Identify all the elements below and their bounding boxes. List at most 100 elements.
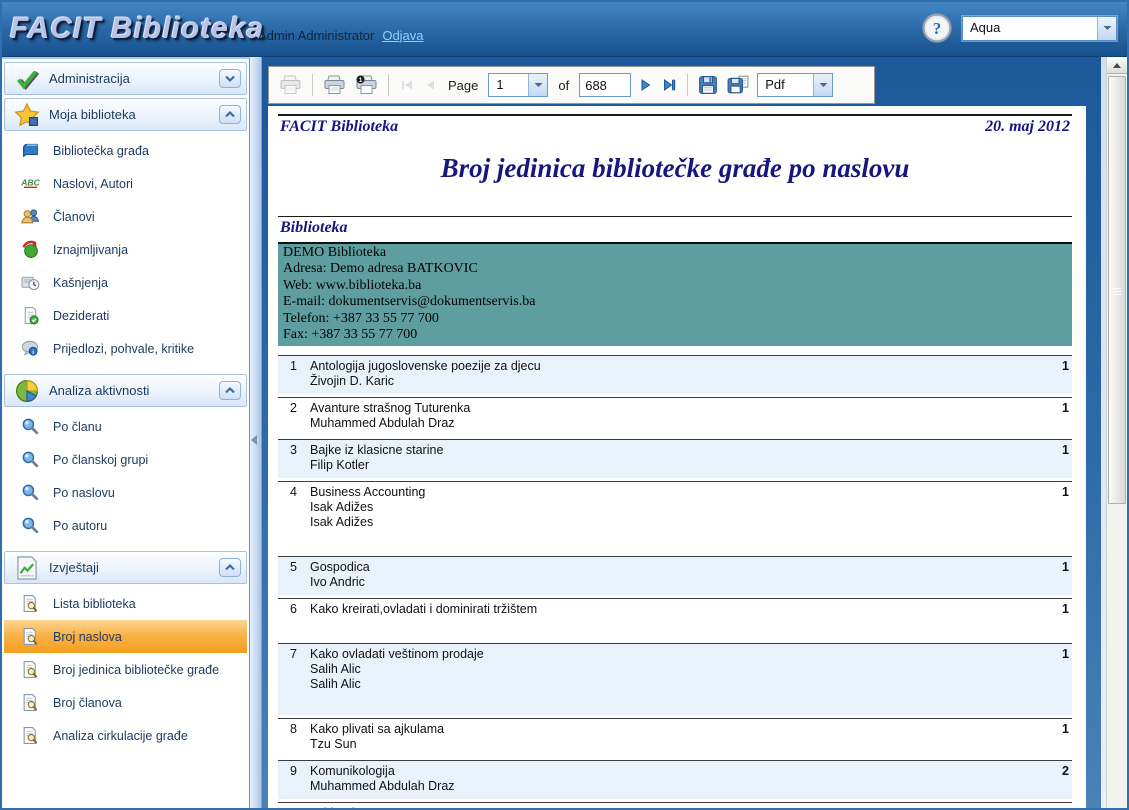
row-count: 1 [1030,485,1072,530]
table-row: 3Bajke iz klasicne starineFilip Kotler1 [278,439,1072,478]
row-title-authors: KomunikologijaMuhammed Abdulah Draz [310,764,1030,794]
sidebar-section-label: Moja biblioteka [49,107,219,122]
row-title-authors: Avanture strašnog TuturenkaMuhammed Abdu… [310,401,1030,431]
chevron-down-icon[interactable] [813,74,832,96]
report-doc-icon [21,594,40,613]
sidebar-section-header-analiza-aktivnosti[interactable]: Analiza aktivnosti [4,374,247,407]
report-title: Broj jedinica bibliotečke građe po naslo… [278,153,1072,184]
save-export-icon[interactable] [697,74,719,96]
checkmark-icon [14,66,40,92]
row-title-authors: Business AccountingIsak AdižesIsak Adiže… [310,485,1030,530]
page-number-value: 1 [489,74,528,96]
chevron-up-icon[interactable] [219,105,241,124]
sidebar-section-items: Lista biblioteka Broj naslovaBroj jedinic… [4,584,247,758]
book-icon [21,141,40,160]
sidebar-section-header-moja-biblioteka[interactable]: Moja biblioteka [4,98,247,131]
sidebar-item-label: Kašnjenja [53,276,108,290]
row-number: 5 [278,560,310,590]
scrollbar-thumb[interactable] [1108,76,1126,504]
sidebar-item-deziderati[interactable]: Deziderati [4,299,247,332]
row-author: Živojin D. Karic [310,374,1030,389]
row-author: Muhammed Abdulah Draz [310,416,1030,431]
sidebar-item-naslovi-autori[interactable]: ABCNaslovi, Autori [4,167,247,200]
sidebar-section-label: Izvještaji [49,560,219,575]
logout-link[interactable]: Odjava [382,28,423,43]
previous-page-icon[interactable] [422,77,438,93]
scroll-up-icon[interactable] [1107,57,1127,74]
report-doc-icon [21,693,40,712]
sidebar-item-analiza-cirkulacije-grade[interactable]: Analiza cirkulacije građe [4,719,247,752]
sidebar-item-po-clanskoj-grupi[interactable]: Po članskoj grupi [4,443,247,476]
print-icon[interactable] [322,74,347,96]
sidebar-item-label: Bibliotečka građa [53,144,149,158]
report-toolbar: 1 Page 1 of Pdf [268,66,875,104]
row-author: Salih Alic [310,677,1030,692]
report-rows: 1Antologija jugoslovenske poezije za dje… [278,355,1072,808]
sidebar-item-po-naslovu[interactable]: Po naslovu [4,476,247,509]
chevron-down-icon[interactable] [528,74,547,96]
chevron-up-icon[interactable] [219,558,241,577]
sidebar-section-header-administracija[interactable]: Administracija [4,62,247,95]
report-section-label: Biblioteka [278,217,1072,242]
chevron-down-icon[interactable] [1097,17,1116,40]
print-current-page-icon[interactable]: 1 [354,74,379,96]
magnifier-icon [21,450,40,469]
svg-text:1: 1 [359,77,363,84]
sidebar-item-label: Lista biblioteka [53,597,136,611]
row-title-authors: LobiranjeMichel Clamen [310,806,1030,808]
export-format-select[interactable]: Pdf [757,73,833,97]
table-row: 5GospodicaIvo Andric1 [278,556,1072,595]
sidebar-item-po-clanu[interactable]: Po članu [4,410,247,443]
abc-icon: ABC [21,174,40,193]
toolbar-separator [388,74,389,96]
table-row: 9KomunikologijaMuhammed Abdulah Draz2 [278,760,1072,799]
sidebar-item-clanovi[interactable]: Članovi [4,200,247,233]
sidebar-section-header-izvjestaji[interactable]: Izvještaji [4,551,247,584]
page-number-select[interactable]: 1 [488,73,548,97]
page-label: Page [445,78,481,93]
row-title-authors: Antologija jugoslovenske poezije za djec… [310,359,1030,389]
magnifier-icon [21,516,40,535]
sidebar-item-kasnjenja[interactable]: Kašnjenja [4,266,247,299]
vertical-scrollbar[interactable] [1106,57,1127,808]
report-viewer: 1 Page 1 of Pdf [262,57,1101,808]
row-count: 1 [1030,359,1072,389]
row-title: Business Accounting [310,485,1030,500]
row-number: 1 [278,359,310,389]
sidebar-item-bibliotecka-grada[interactable]: Bibliotečka građa [4,134,247,167]
sidebar-item-label: Članovi [53,210,95,224]
save-current-page-icon[interactable] [726,74,750,96]
library-info-line: DEMO Biblioteka [283,245,1067,261]
report-page-header: FACIT Biblioteka 20. maj 2012 [278,116,1072,136]
sidebar-item-broj-clanova[interactable]: Broj članova [4,686,247,719]
sidebar-item-broj-jedinica-bibliotecke-grade[interactable]: Broj jedinica bibliotečke građe [4,653,247,686]
total-pages-field[interactable] [579,73,631,97]
sidebar-item-iznajmljivanja[interactable]: Iznajmljivanja [4,233,247,266]
row-author: Isak Adižes [310,500,1030,515]
chevron-up-icon[interactable] [219,381,241,400]
theme-select[interactable]: Aqua [962,16,1117,41]
sidebar-item-po-autoru[interactable]: Po autoru [4,509,247,542]
sidebar-item-broj-naslova[interactable]: Broj naslova [4,620,247,653]
row-count: 1 [1030,602,1072,617]
collapse-sidebar-icon[interactable] [251,435,257,445]
chevron-down-icon[interactable] [219,69,241,88]
row-title-authors: GospodicaIvo Andric [310,560,1030,590]
help-icon[interactable]: ? [922,13,952,43]
row-title-authors: Kako kreirati,ovladati i dominirati trži… [310,602,1030,617]
sidebar-splitter[interactable] [250,57,262,808]
magnifier-icon [21,483,40,502]
row-count: 1 [1030,806,1072,808]
row-number: 10 [278,806,310,808]
sidebar-item-lista-biblioteka[interactable]: Lista biblioteka [4,587,247,620]
next-page-icon[interactable] [638,77,654,93]
header-right-controls: ? Aqua [922,13,1117,43]
sidebar-item-prijedlozi-pohvale-kritike[interactable]: iPrijedlozi, pohvale, kritike [4,332,247,365]
first-page-icon[interactable] [398,77,415,93]
sidebar-section-items: Bibliotečka građa ABCNaslovi, Autori Člano… [4,131,247,371]
sidebar-section-administracija: Administracija [4,62,247,95]
row-title: Kako plivati sa ajkulama [310,722,1030,737]
report-doc-icon [21,726,40,745]
print-preview-icon[interactable] [278,74,303,96]
last-page-icon[interactable] [661,77,678,93]
